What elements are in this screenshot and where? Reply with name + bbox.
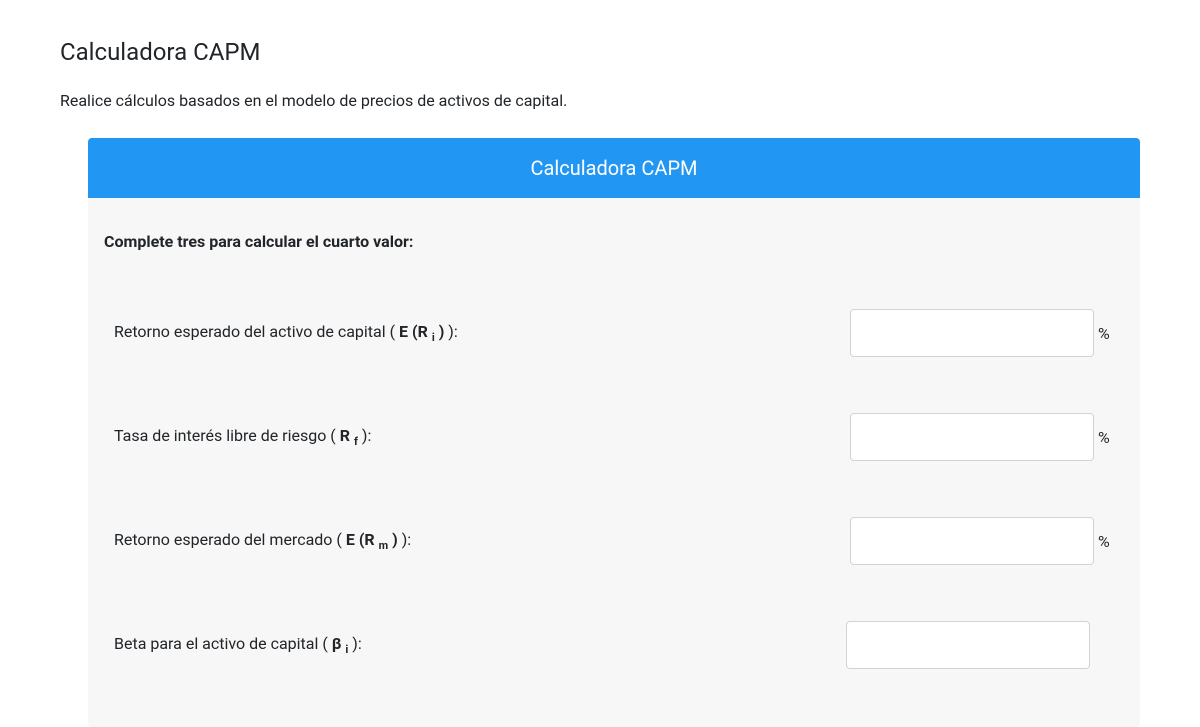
page-description: Realice cálculos basados en el modelo de…: [60, 91, 1140, 138]
instruction-text: Complete tres para calcular el cuarto va…: [104, 214, 1124, 281]
field-label: Tasa de interés libre de riesgo ( R f ):: [114, 426, 850, 448]
field-row-expected-return-asset: Retorno esperado del activo de capital (…: [104, 281, 1124, 385]
expected-return-market-input[interactable]: [850, 517, 1094, 565]
panel-header: Calculadora CAPM: [88, 138, 1140, 198]
input-group: %: [850, 413, 1114, 461]
input-group: %: [850, 517, 1114, 565]
beta-input[interactable]: [846, 621, 1090, 669]
field-row-beta: Beta para el activo de capital ( β i ):: [104, 593, 1124, 697]
unit-label: %: [1098, 428, 1114, 447]
input-group: %: [850, 309, 1114, 357]
field-label: Beta para el activo de capital ( β i ):: [114, 634, 846, 656]
input-group: [846, 621, 1114, 669]
unit-label: %: [1098, 324, 1114, 343]
field-row-expected-return-market: Retorno esperado del mercado ( E (R m ) …: [104, 489, 1124, 593]
field-label: Retorno esperado del activo de capital (…: [114, 322, 850, 344]
page-container: Calculadora CAPM Realice cálculos basado…: [30, 0, 1170, 727]
field-label: Retorno esperado del mercado ( E (R m ) …: [114, 530, 850, 552]
field-row-risk-free-rate: Tasa de interés libre de riesgo ( R f ):…: [104, 385, 1124, 489]
page-title: Calculadora CAPM: [60, 0, 1140, 91]
expected-return-asset-input[interactable]: [850, 309, 1094, 357]
panel-body: Complete tres para calcular el cuarto va…: [88, 198, 1140, 727]
calculator-panel: Calculadora CAPM Complete tres para calc…: [88, 138, 1140, 727]
unit-label: %: [1098, 532, 1114, 551]
risk-free-rate-input[interactable]: [850, 413, 1094, 461]
